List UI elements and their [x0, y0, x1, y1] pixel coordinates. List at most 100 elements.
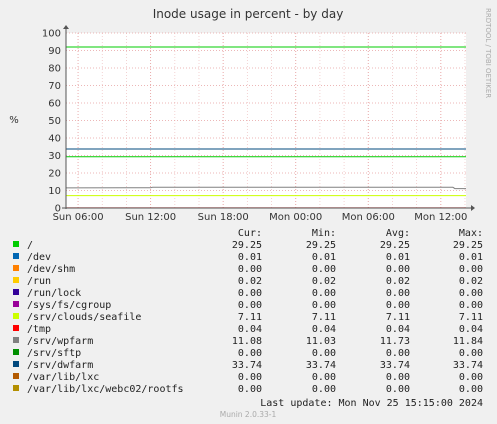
- legend-swatch: [13, 277, 19, 283]
- legend-series-name: /var/lib/lxc: [27, 372, 99, 383]
- legend-value-cur: 0.00: [238, 288, 262, 299]
- legend-column-header: Max:: [459, 228, 483, 239]
- rrdtool-credit: RRDTOOL / TOBI OETIKER: [484, 8, 492, 98]
- legend-column-header: Min:: [312, 228, 336, 239]
- y-tick-label: 80: [48, 64, 61, 75]
- legend-value-cur: 0.00: [238, 348, 262, 359]
- legend-value-avg: 29.25: [380, 240, 410, 251]
- legend-value-avg: 0.00: [386, 300, 410, 311]
- chart-title: Inode usage in percent - by day: [153, 7, 344, 21]
- legend-value-max: 29.25: [453, 240, 483, 251]
- legend-value-max: 0.01: [459, 252, 483, 263]
- legend-value-min: 33.74: [306, 360, 336, 371]
- legend-series-name: /run: [27, 276, 51, 287]
- legend-value-max: 0.00: [459, 372, 483, 383]
- legend-value-cur: 0.00: [238, 264, 262, 275]
- x-tick-label: Mon 00:00: [269, 212, 322, 223]
- x-tick-label: Mon 06:00: [342, 212, 395, 223]
- legend-value-max: 7.11: [459, 312, 483, 323]
- legend-value-min: 0.00: [312, 372, 336, 383]
- chart-canvas: Inode usage in percent - by day % RRDTOO…: [0, 0, 497, 424]
- legend-series-name: /: [27, 240, 33, 251]
- legend-value-min: 0.00: [312, 384, 336, 395]
- legend-value-cur: 0.00: [238, 300, 262, 311]
- legend-series-name: /srv/sftp: [27, 348, 81, 359]
- legend-value-cur: 11.08: [232, 336, 262, 347]
- legend-value-cur: 0.01: [238, 252, 262, 263]
- legend-value-max: 11.84: [453, 336, 483, 347]
- legend-value-cur: 29.25: [232, 240, 262, 251]
- legend-series-name: /srv/dwfarm: [27, 360, 93, 371]
- legend-value-avg: 0.02: [386, 276, 410, 287]
- y-tick-label: 70: [48, 81, 61, 92]
- last-update: Last update: Mon Nov 25 15:15:00 2024: [260, 398, 483, 409]
- legend-series-name: /dev: [27, 252, 51, 263]
- x-tick-label: Mon 12:00: [414, 212, 467, 223]
- legend-series-name: /var/lib/lxc/webc02/rootfs: [27, 384, 184, 395]
- x-tick-label: Sun 18:00: [198, 212, 249, 223]
- legend-series-name: /sys/fs/cgroup: [27, 300, 111, 311]
- legend-swatch: [13, 385, 19, 391]
- legend-value-min: 0.01: [312, 252, 336, 263]
- y-axis-label: %: [9, 115, 19, 126]
- legend-series-name: /run/lock: [27, 288, 81, 299]
- legend-value-min: 29.25: [306, 240, 336, 251]
- y-tick-label: 60: [48, 99, 61, 110]
- y-tick-label: 40: [48, 134, 61, 145]
- legend-swatch: [13, 349, 19, 355]
- legend-series-name: /srv/clouds/seafile: [27, 312, 141, 323]
- legend-value-max: 0.00: [459, 264, 483, 275]
- legend-value-max: 0.00: [459, 384, 483, 395]
- legend-value-cur: 0.00: [238, 384, 262, 395]
- x-tick-label: Sun 06:00: [53, 212, 104, 223]
- legend-swatch: [13, 337, 19, 343]
- legend-value-avg: 0.04: [386, 324, 410, 335]
- legend-swatch: [13, 313, 19, 319]
- legend-value-avg: 7.11: [386, 312, 410, 323]
- legend-series-name: /srv/wpfarm: [27, 336, 93, 347]
- legend-value-min: 0.04: [312, 324, 336, 335]
- legend-value-max: 0.00: [459, 348, 483, 359]
- legend-column-header: Cur:: [238, 228, 262, 239]
- legend-value-max: 0.02: [459, 276, 483, 287]
- legend-value-cur: 0.02: [238, 276, 262, 287]
- legend-value-max: 0.00: [459, 300, 483, 311]
- legend-value-cur: 0.00: [238, 372, 262, 383]
- legend-value-min: 0.00: [312, 288, 336, 299]
- legend-value-min: 0.00: [312, 264, 336, 275]
- legend-swatch: [13, 253, 19, 259]
- y-tick-label: 30: [48, 151, 61, 162]
- legend-swatch: [13, 373, 19, 379]
- y-tick-label: 50: [48, 116, 61, 127]
- x-tick-label: Sun 12:00: [125, 212, 176, 223]
- y-tick-label: 10: [48, 186, 61, 197]
- legend-value-avg: 0.00: [386, 348, 410, 359]
- legend-swatch: [13, 301, 19, 307]
- legend-value-cur: 33.74: [232, 360, 262, 371]
- legend-value-avg: 0.00: [386, 288, 410, 299]
- y-tick-label: 20: [48, 169, 61, 180]
- legend-value-min: 0.00: [312, 348, 336, 359]
- y-tick-label: 90: [48, 46, 61, 57]
- legend-value-min: 11.03: [306, 336, 336, 347]
- legend-swatch: [13, 265, 19, 271]
- legend-swatch: [13, 361, 19, 367]
- legend-value-min: 0.02: [312, 276, 336, 287]
- legend-value-max: 0.04: [459, 324, 483, 335]
- legend-column-header: Avg:: [386, 228, 410, 239]
- legend-value-max: 33.74: [453, 360, 483, 371]
- legend-value-avg: 0.00: [386, 264, 410, 275]
- legend-value-avg: 11.73: [380, 336, 410, 347]
- legend-series-name: /dev/shm: [27, 264, 75, 275]
- legend-swatch: [13, 241, 19, 247]
- legend-value-avg: 0.00: [386, 372, 410, 383]
- legend-value-cur: 7.11: [238, 312, 262, 323]
- legend-value-avg: 0.00: [386, 384, 410, 395]
- munin-version: Munin 2.0.33-1: [220, 410, 277, 419]
- legend-value-max: 0.00: [459, 288, 483, 299]
- legend-value-avg: 0.01: [386, 252, 410, 263]
- munin-graph: Inode usage in percent - by day % RRDTOO…: [0, 0, 497, 424]
- legend-value-cur: 0.04: [238, 324, 262, 335]
- legend-swatch: [13, 325, 19, 331]
- legend-series-name: /tmp: [27, 324, 51, 335]
